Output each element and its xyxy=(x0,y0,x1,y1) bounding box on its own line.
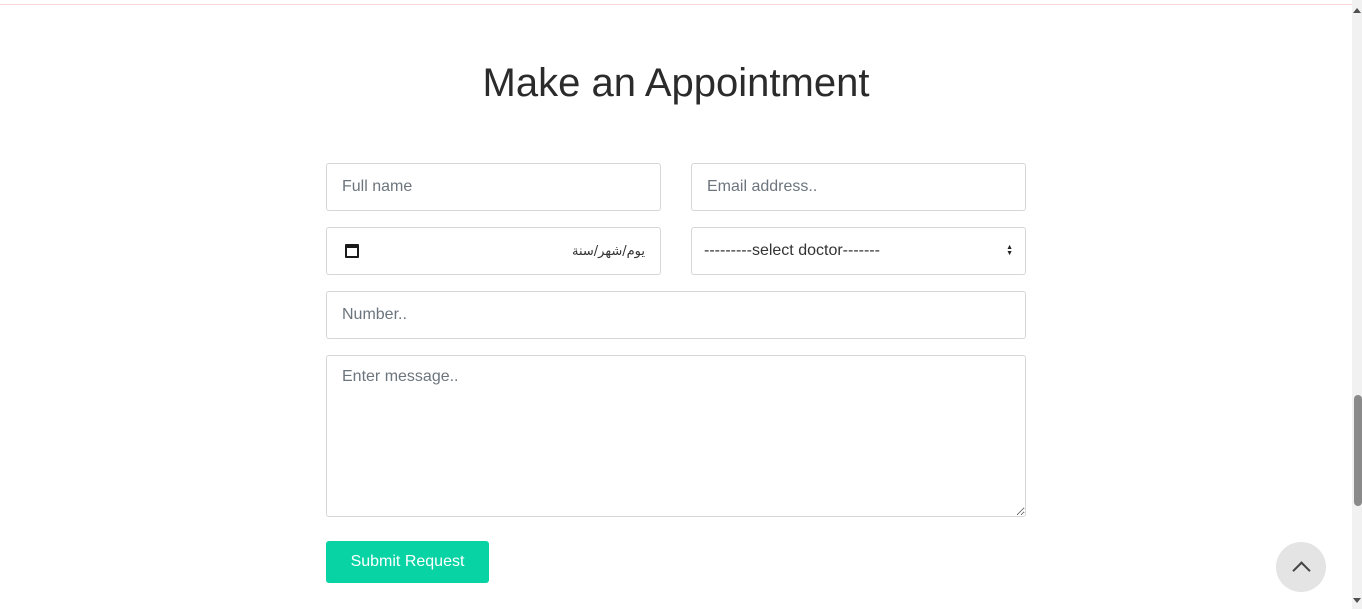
email-input[interactable] xyxy=(691,163,1026,211)
doctor-select[interactable]: ---------select doctor------- ▲ ▼ xyxy=(691,227,1026,275)
submit-request-button[interactable]: Submit Request xyxy=(326,541,489,583)
chevron-up-icon xyxy=(1291,560,1311,580)
number-input[interactable] xyxy=(326,291,1026,339)
back-to-top-button[interactable] xyxy=(1276,542,1326,592)
date-input[interactable]: يوم/شهر/سنة xyxy=(326,227,661,275)
appointment-page: Make an Appointment يوم/شهر/سنة --------… xyxy=(0,0,1362,609)
scroll-up-arrow-icon[interactable] xyxy=(1353,8,1361,13)
scrollbar-thumb[interactable] xyxy=(1354,395,1362,506)
doctor-select-value: ---------select doctor------- xyxy=(704,242,880,259)
full-name-input[interactable] xyxy=(326,163,661,211)
top-divider xyxy=(0,0,1352,5)
date-value: يوم/شهر/سنة xyxy=(572,243,645,259)
scrollbar-track[interactable] xyxy=(1352,0,1362,609)
select-arrows-icon: ▲ ▼ xyxy=(1006,244,1013,257)
page-title: Make an Appointment xyxy=(482,61,870,105)
message-textarea[interactable] xyxy=(326,355,1026,517)
calendar-icon[interactable] xyxy=(345,244,359,258)
scroll-down-arrow-icon[interactable] xyxy=(1353,598,1361,603)
